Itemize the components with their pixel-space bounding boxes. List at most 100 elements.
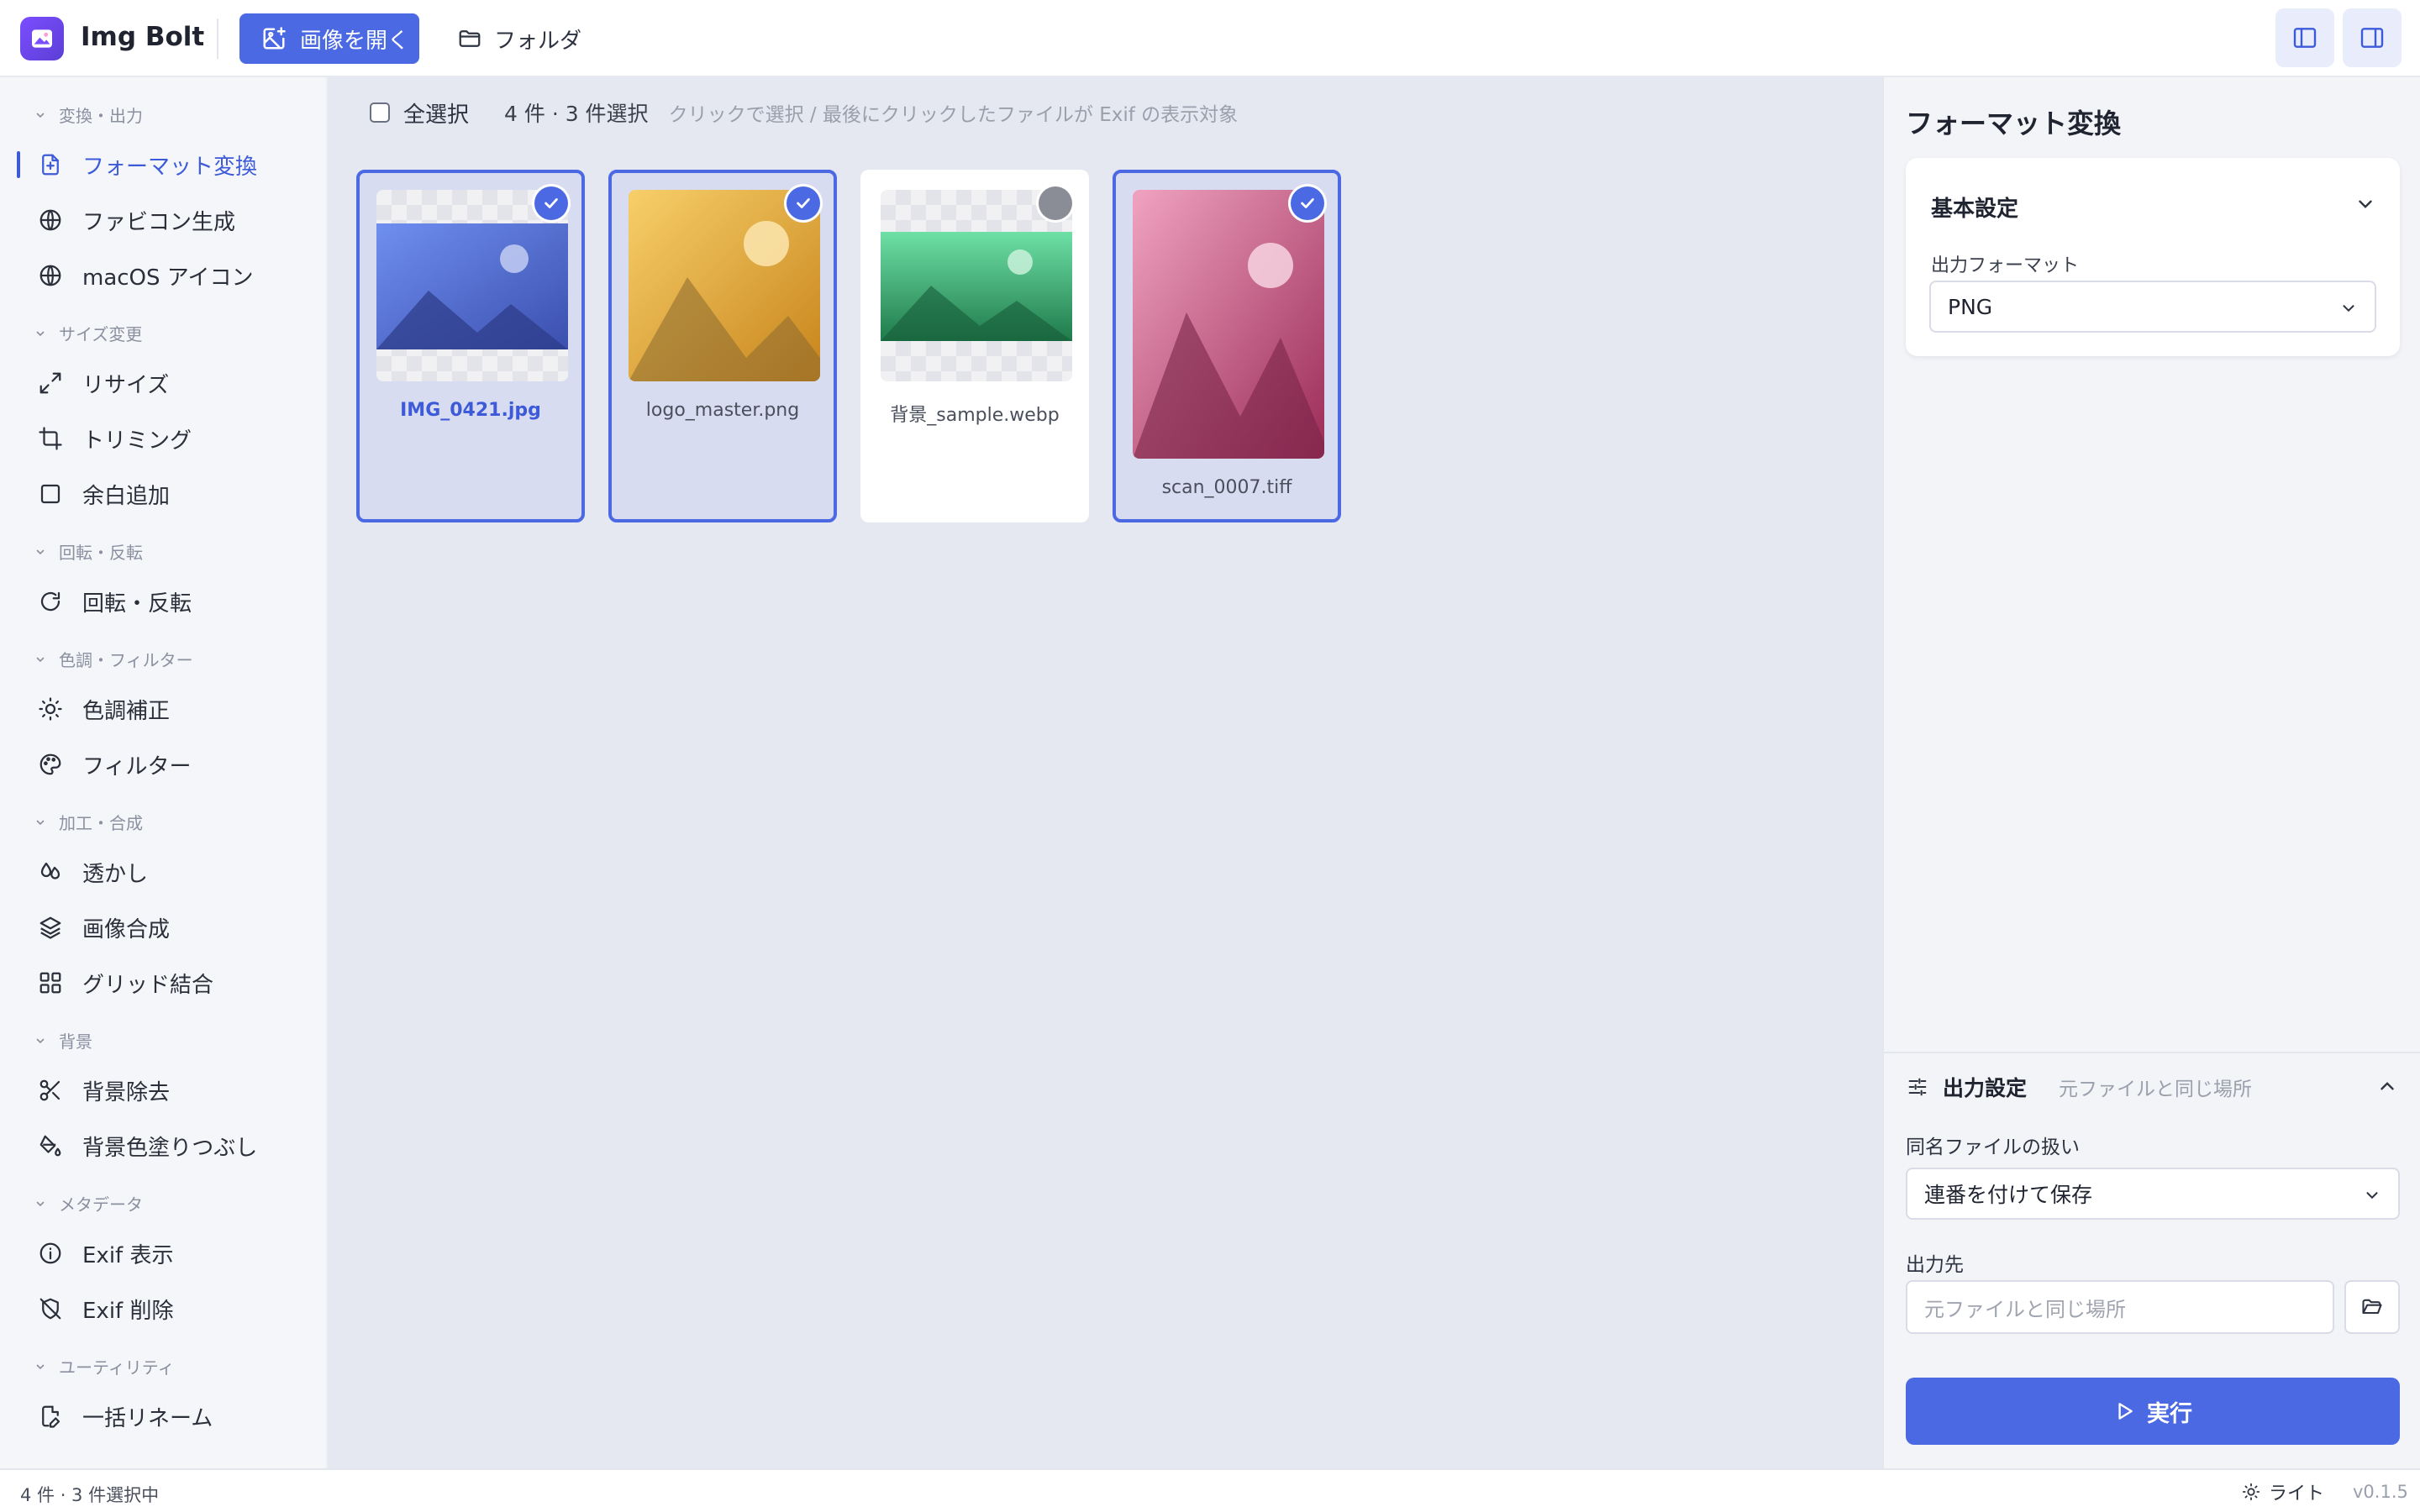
sidebar-item-image-compose[interactable]: 画像合成 <box>0 904 326 951</box>
theme-label: ライト <box>2269 1483 2325 1504</box>
sidebar-item-exif-view[interactable]: Exif 表示 <box>0 1230 326 1277</box>
select-all-label[interactable]: 全選択 <box>403 97 469 129</box>
sidebar-item-label: 一括リネーム <box>82 1405 213 1431</box>
file-edit-icon <box>37 1403 64 1430</box>
sidebar-section-utility[interactable]: ユーティリティ <box>34 1354 175 1378</box>
sidebar-section-label: 色調・フィルター <box>59 650 193 670</box>
file-card-img-0421[interactable]: IMG_0421.jpg <box>356 170 585 522</box>
app-logo-icon <box>20 17 64 60</box>
select-all-checkbox[interactable] <box>370 102 390 123</box>
file-name: scan_0007.tiff <box>1161 477 1292 498</box>
sliders-icon <box>1906 1075 1929 1099</box>
unselected-circle-icon[interactable] <box>1039 186 1072 220</box>
sidebar-section-convert[interactable]: 変換・出力 <box>34 102 143 127</box>
top-bar: Img Bolt 画像を開く フォルダ <box>0 0 2420 77</box>
file-name: logo_master.png <box>645 400 800 421</box>
output-format-select[interactable]: PNG <box>1929 281 2376 333</box>
selected-check-icon[interactable] <box>534 186 568 220</box>
same-name-select[interactable]: 連番を付けて保存 <box>1906 1168 2400 1220</box>
scissors-icon <box>37 1077 64 1104</box>
sun-icon <box>37 696 64 722</box>
sidebar-item-batch-rename[interactable]: 一括リネーム <box>0 1393 326 1440</box>
sun-icon <box>2242 1483 2260 1501</box>
grid-icon <box>37 969 64 996</box>
status-bar: 4 件 · 3 件選択中 ライト v0.1.5 <box>0 1468 2420 1512</box>
chevron-down-icon <box>34 1197 47 1210</box>
file-thumbnail <box>376 190 568 381</box>
sidebar-item-filter[interactable]: フィルター <box>0 741 326 788</box>
chevron-down-icon[interactable] <box>2354 193 2376 215</box>
version-label: v0.1.5 <box>2353 1482 2408 1502</box>
main-area: 全選択 4 件 · 3 件選択 クリックで選択 / 最後にクリックしたファイルが… <box>328 77 1882 1468</box>
destination-input[interactable]: 元ファイルと同じ場所 <box>1906 1280 2334 1334</box>
run-label: 実行 <box>2147 1400 2192 1427</box>
output-format-label: 出力フォーマット <box>1931 255 2080 276</box>
open-image-button[interactable]: 画像を開く <box>239 13 419 64</box>
file-card-logo-master[interactable]: logo_master.png <box>608 170 837 522</box>
file-card-bg-sample[interactable]: 背景_sample.webp <box>860 170 1089 522</box>
sidebar-section-label: 変換・出力 <box>59 106 143 126</box>
sidebar-item-watermark[interactable]: 透かし <box>0 848 326 895</box>
sidebar-item-exif-delete[interactable]: Exif 削除 <box>0 1285 326 1332</box>
sidebar-item-label: リサイズ <box>82 372 170 398</box>
chevron-down-icon <box>2363 1186 2381 1205</box>
selected-check-icon[interactable] <box>786 186 820 220</box>
chevron-down-icon <box>34 1034 47 1047</box>
sidebar-section-color[interactable]: 色調・フィルター <box>34 647 193 671</box>
sidebar-section-rotate[interactable]: 回転・反転 <box>34 539 143 564</box>
selection-count: 4 件 · 3 件選択 <box>504 102 649 126</box>
same-name-value: 連番を付けて保存 <box>1924 1183 2093 1207</box>
sidebar: 変換・出力 フォーマット変換 ファビコン生成 macOS アイコン サイズ変更 … <box>0 77 328 1468</box>
chevron-up-icon[interactable] <box>2376 1075 2398 1097</box>
output-format-value: PNG <box>1948 294 1993 319</box>
browse-folder-button[interactable] <box>2344 1280 2400 1334</box>
sidebar-item-resize[interactable]: リサイズ <box>0 360 326 407</box>
chevron-down-icon <box>2339 299 2358 318</box>
sidebar-item-label: フォーマット変換 <box>82 154 258 180</box>
output-settings-header[interactable]: 出力設定 元ファイルと同じ場所 <box>1906 1072 2252 1102</box>
file-card-scan-0007[interactable]: scan_0007.tiff <box>1113 170 1341 522</box>
sidebar-item-color-correction[interactable]: 色調補正 <box>0 685 326 732</box>
sidebar-section-label: メタデータ <box>59 1194 143 1215</box>
sidebar-item-label: Exif 表示 <box>82 1242 174 1268</box>
sidebar-item-crop[interactable]: トリミング <box>0 415 326 462</box>
file-name: IMG_0421.jpg <box>400 400 541 421</box>
file-name: 背景_sample.webp <box>890 405 1060 426</box>
sidebar-item-favicon[interactable]: ファビコン生成 <box>0 197 326 244</box>
sidebar-item-bg-fill[interactable]: 背景色塗りつぶし <box>0 1122 326 1169</box>
open-image-label: 画像を開く <box>300 28 410 54</box>
sidebar-item-grid-merge[interactable]: グリッド結合 <box>0 959 326 1006</box>
square-icon <box>37 480 64 507</box>
sidebar-section-size[interactable]: サイズ変更 <box>34 321 142 345</box>
file-thumbnail <box>881 190 1072 381</box>
sidebar-section-label: サイズ変更 <box>59 324 143 344</box>
sidebar-section-background[interactable]: 背景 <box>34 1028 92 1053</box>
sidebar-item-label: 背景色塗りつぶし <box>82 1135 258 1161</box>
file-thumbnail <box>629 190 820 381</box>
sidebar-item-label: macOS アイコン <box>82 265 254 291</box>
sidebar-item-padding[interactable]: 余白追加 <box>0 470 326 517</box>
basic-settings-title[interactable]: 基本設定 <box>1931 192 2018 223</box>
sidebar-item-macos-icon[interactable]: macOS アイコン <box>0 252 326 299</box>
globe-icon <box>37 262 64 289</box>
sidebar-item-label: 色調補正 <box>82 698 171 724</box>
app-name: Img Bolt <box>81 22 205 52</box>
sidebar-section-label: ユーティリティ <box>59 1357 175 1378</box>
theme-toggle[interactable]: ライト <box>2242 1478 2324 1505</box>
sidebar-item-label: 余白追加 <box>82 483 171 509</box>
sidebar-item-format-convert[interactable]: フォーマット変換 <box>0 141 326 188</box>
selection-hint: クリックで選択 / 最後にクリックしたファイルが Exif の表示対象 <box>668 104 1239 126</box>
sidebar-section-metadata[interactable]: メタデータ <box>34 1191 143 1215</box>
file-convert-icon <box>37 151 64 178</box>
sidebar-section-compose[interactable]: 加工・合成 <box>34 810 143 834</box>
chevron-down-icon <box>34 327 47 340</box>
sidebar-item-bg-remove[interactable]: 背景除去 <box>0 1067 326 1114</box>
run-button[interactable]: 実行 <box>1906 1378 2400 1445</box>
sidebar-item-label: 背景除去 <box>82 1079 171 1105</box>
open-folder-button[interactable]: フォルダ <box>449 13 590 64</box>
toggle-right-panel-button[interactable] <box>2343 8 2402 67</box>
sidebar-item-rotate-flip[interactable]: 回転・反転 <box>0 578 326 625</box>
toggle-left-panel-button[interactable] <box>2275 8 2334 67</box>
palette-icon <box>37 751 64 778</box>
selected-check-icon[interactable] <box>1291 186 1324 220</box>
